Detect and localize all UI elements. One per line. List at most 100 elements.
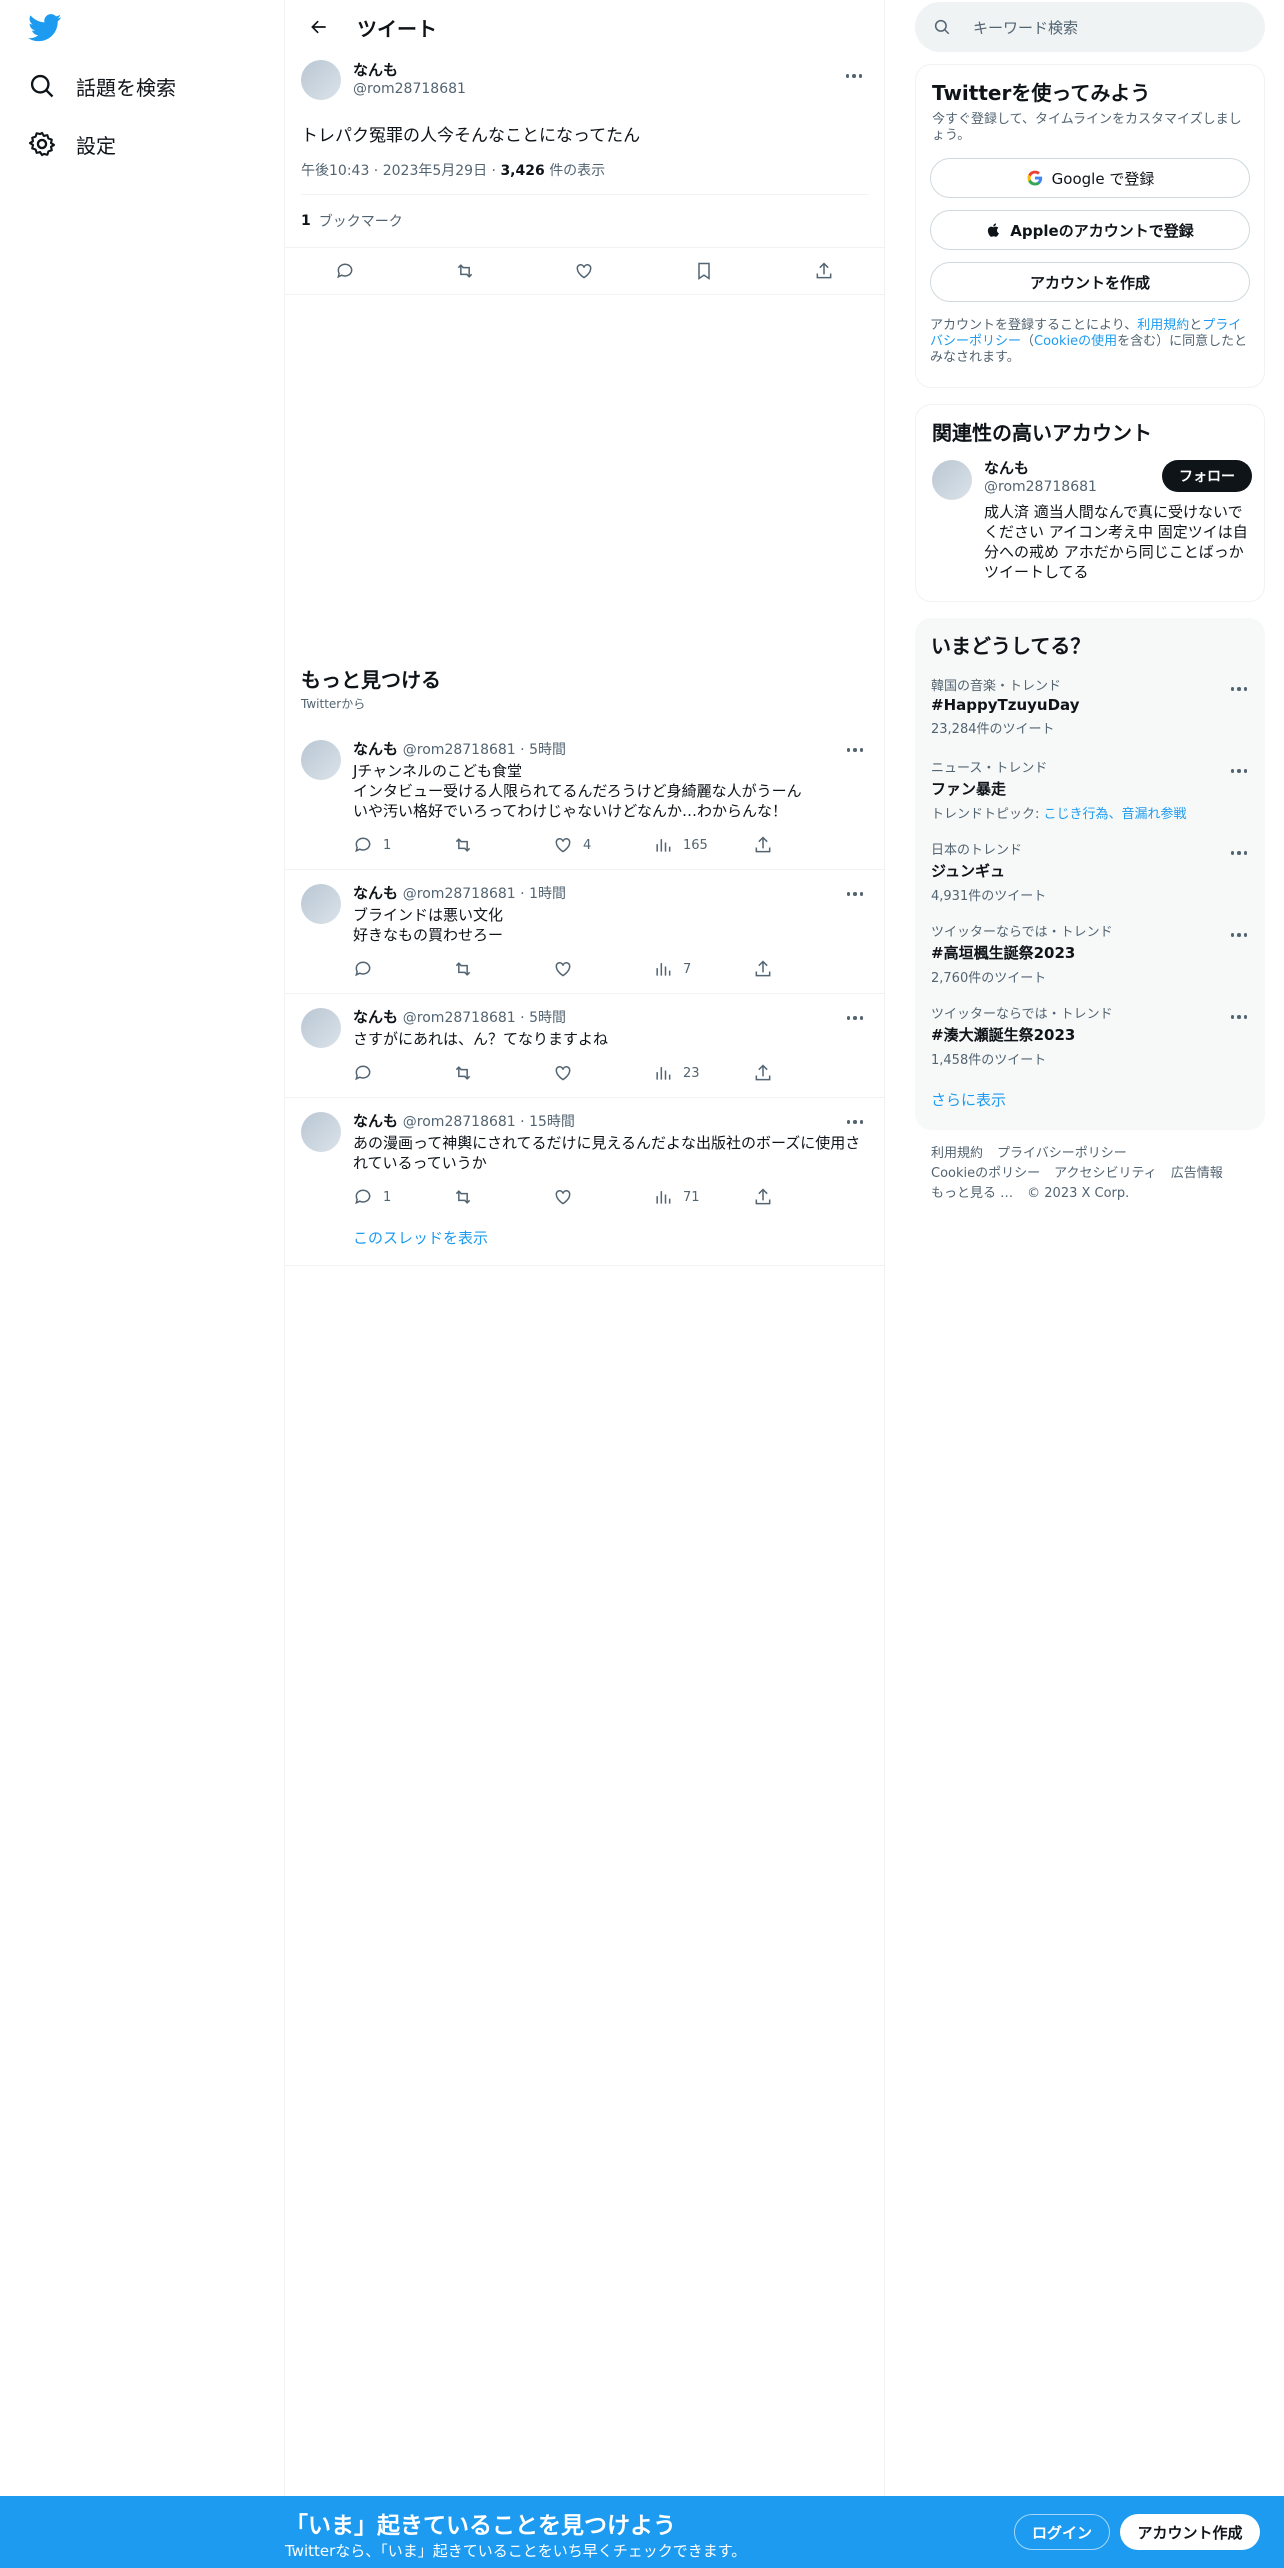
google-signup-button[interactable]: Google で登録: [930, 158, 1250, 198]
share-button[interactable]: [753, 835, 853, 855]
show-thread-link[interactable]: このスレッドを表示: [353, 1215, 869, 1259]
reply-author-name[interactable]: なんも: [353, 884, 398, 902]
login-button[interactable]: ログイン: [1014, 2514, 1110, 2550]
tweet-author[interactable]: なんも @rom28718681: [353, 61, 466, 99]
reply-author-name[interactable]: なんも: [353, 1112, 398, 1130]
share-button[interactable]: [804, 251, 844, 291]
twitter-logo-icon[interactable]: [28, 14, 62, 42]
footer-links: 利用規約 プライバシーポリシー Cookieのポリシー アクセシビリティ 広告情報 も…: [931, 1144, 1237, 1204]
more-icon[interactable]: [1225, 843, 1253, 863]
create-account-label: アカウントを作成: [1029, 273, 1150, 292]
footer-accessibility[interactable]: アクセシビリティ: [1054, 1166, 1157, 1181]
share-button[interactable]: [753, 1187, 853, 1207]
more-icon[interactable]: [841, 1112, 869, 1132]
avatar[interactable]: [301, 884, 341, 924]
follow-button[interactable]: フォロー: [1162, 460, 1252, 492]
trend-item[interactable]: ニュース・トレンド ファン暴走 トレンドトピック: こじき行為、音漏れ参戦: [915, 747, 1265, 829]
tweet-date[interactable]: 2023年5月29日: [383, 163, 487, 179]
reply-button[interactable]: [353, 959, 453, 979]
share-button[interactable]: [753, 959, 853, 979]
reply-button[interactable]: [353, 1063, 453, 1083]
apple-signup-button[interactable]: Appleのアカウントで登録: [930, 210, 1250, 250]
retweet-button[interactable]: [445, 251, 485, 291]
trend-item[interactable]: 日本のトレンド ジュンギュ 4,931件のツイート: [915, 829, 1265, 911]
reply-time[interactable]: 5時間: [529, 1010, 566, 1026]
retweet-button[interactable]: [453, 835, 553, 855]
bookmark-button[interactable]: [684, 251, 724, 291]
avatar[interactable]: [301, 1008, 341, 1048]
related-account[interactable]: なんも @rom28718681 成人済 適当人間なんで真に受けないでください …: [916, 446, 1264, 594]
reply-icon: [355, 837, 371, 853]
reply-button[interactable]: 1: [353, 835, 453, 855]
nav-search[interactable]: 話題を検索: [28, 66, 176, 106]
bookmark-stats[interactable]: 1 ブックマーク: [301, 195, 868, 247]
retweet-button[interactable]: [453, 959, 553, 979]
search-input[interactable]: キーワード検索: [915, 2, 1265, 52]
list-item[interactable]: なんも @rom28718681 · 5時間 さすがにあれは、ん？てなりますよね…: [285, 994, 885, 1098]
reply-author-handle[interactable]: @rom28718681: [403, 1010, 516, 1026]
nav-settings[interactable]: 設定: [28, 124, 116, 164]
google-icon: [1027, 170, 1042, 186]
more-icon[interactable]: [841, 884, 869, 904]
reply-time[interactable]: 15時間: [529, 1114, 575, 1130]
show-more-link[interactable]: さらに表示: [915, 1075, 1265, 1124]
avatar[interactable]: [301, 1112, 341, 1152]
reply-author-handle[interactable]: @rom28718681: [403, 742, 516, 758]
footer-privacy[interactable]: プライバシーポリシー: [997, 1146, 1127, 1161]
retweet-button[interactable]: [453, 1063, 553, 1083]
more-icon[interactable]: [840, 66, 868, 86]
views-button[interactable]: 7: [653, 959, 753, 979]
terms-link[interactable]: 利用規約: [1137, 318, 1189, 333]
reply-time[interactable]: 1時間: [529, 886, 566, 902]
trend-item[interactable]: ツイッターならでは・トレンド #高垣楓生誕祭2023 2,760件のツイート: [915, 911, 1265, 993]
reply-button[interactable]: [325, 251, 365, 291]
retweet-button[interactable]: [453, 1187, 553, 1207]
reply-author-name[interactable]: なんも: [353, 1008, 398, 1026]
list-item[interactable]: なんも @rom28718681 · 1時間 ブラインドは悪い文化 好きなもの買…: [285, 870, 885, 994]
share-icon: [755, 836, 771, 853]
more-icon[interactable]: [1225, 761, 1253, 781]
reply-time[interactable]: 5時間: [529, 742, 566, 758]
footer-terms[interactable]: 利用規約: [931, 1146, 983, 1161]
more-icon[interactable]: [1225, 925, 1253, 945]
trend-item[interactable]: ツイッターならでは・トレンド #湊大瀬誕生祭2023 1,458件のツイート: [915, 993, 1265, 1075]
like-button[interactable]: [553, 1063, 653, 1083]
list-item[interactable]: なんも @rom28718681 · 15時間 あの漫画って神輿にされてるだけに…: [285, 1098, 885, 1266]
create-account-button[interactable]: アカウントを作成: [930, 262, 1250, 302]
back-button[interactable]: [301, 9, 337, 45]
share-button[interactable]: [753, 1063, 853, 1083]
views-button[interactable]: 71: [653, 1187, 753, 1207]
like-button[interactable]: [553, 1187, 653, 1207]
reply-button[interactable]: 1: [353, 1187, 453, 1207]
more-icon[interactable]: [841, 740, 869, 760]
views-button[interactable]: 23: [653, 1063, 753, 1083]
views-button[interactable]: 165: [653, 835, 753, 855]
footer-ads[interactable]: 広告情報: [1171, 1166, 1223, 1181]
apple-icon: [988, 223, 1000, 237]
avatar[interactable]: [301, 740, 341, 780]
list-item[interactable]: なんも @rom28718681 · 5時間 Jチャンネルのこども食堂 インタビ…: [285, 726, 885, 870]
trend-item[interactable]: 韓国の音楽・トレンド #HappyTzuyuDay 23,284件のツイート: [915, 665, 1265, 747]
avatar[interactable]: [301, 60, 341, 100]
search-placeholder: キーワード検索: [973, 18, 1079, 37]
tweet-time[interactable]: 午後10:43: [301, 163, 369, 179]
like-button[interactable]: [553, 959, 653, 979]
reply-text-line: あの漫画って神輿にされてるだけに見えるんだよな出版社のボーズに使用さ: [353, 1134, 861, 1152]
footer-cookie[interactable]: Cookieのポリシー: [931, 1166, 1040, 1181]
trend-topic-link[interactable]: こじき行為、音漏れ参戦: [1044, 807, 1187, 822]
trend-topic: トレンドトピック: こじき行為、音漏れ参戦: [931, 803, 1249, 822]
more-icon[interactable]: [1225, 679, 1253, 699]
more-icon[interactable]: [1225, 1007, 1253, 1027]
bottom-subtitle: Twitterなら、「いま」起きていることをいち早くチェックできます。: [285, 2542, 747, 2560]
avatar[interactable]: [932, 460, 972, 500]
footer-more[interactable]: もっと見る …: [931, 1186, 1013, 1201]
more-icon[interactable]: [841, 1008, 869, 1028]
reply-author-name[interactable]: なんも: [353, 740, 398, 758]
like-button[interactable]: [564, 251, 604, 291]
cookie-link[interactable]: Cookieの使用: [1034, 334, 1117, 349]
signup-button[interactable]: アカウント作成: [1120, 2514, 1260, 2550]
reply-author-handle[interactable]: @rom28718681: [403, 886, 516, 902]
reply-author-handle[interactable]: @rom28718681: [403, 1114, 516, 1130]
reply-count: 1: [383, 1189, 392, 1205]
like-button[interactable]: 4: [553, 835, 653, 855]
